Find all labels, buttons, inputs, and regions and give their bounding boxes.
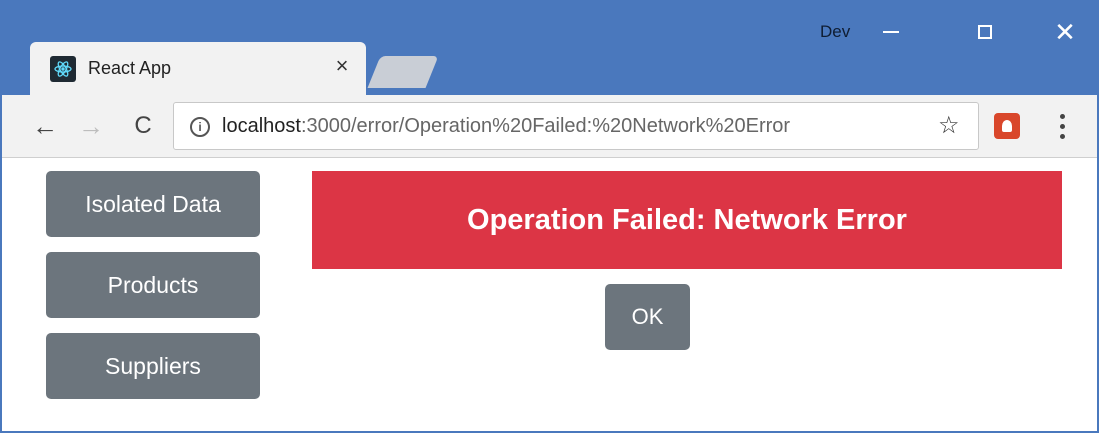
browser-toolbar: ← → C i localhost:3000/error/Operation%2… [2,95,1097,158]
minimize-icon [883,31,899,33]
error-alert: Operation Failed: Network Error [312,171,1062,269]
page-content: Isolated Data Products Suppliers Operati… [2,158,1097,431]
extension-icon[interactable] [994,113,1020,139]
isolated-data-button[interactable]: Isolated Data [46,171,260,237]
suppliers-button[interactable]: Suppliers [46,333,260,399]
new-tab-button[interactable] [367,56,439,88]
url-text[interactable]: localhost:3000/error/Operation%20Failed:… [222,115,790,138]
browser-tab[interactable]: React App × [30,42,366,95]
info-icon[interactable]: i [190,117,210,137]
url-host: localhost [222,115,301,137]
tab-title: React App [88,58,172,78]
close-window-button[interactable]: ✕ [1042,12,1088,52]
maximize-icon [978,25,992,39]
url-path: :3000/error/Operation%20Failed:%20Networ… [300,115,791,137]
ok-button[interactable]: OK [605,284,690,350]
title-bar: React App × Dev ✕ [2,0,1097,95]
minimize-button[interactable] [868,12,914,52]
address-bar[interactable]: i localhost:3000/error/Operation%20Faile… [173,102,979,150]
window-user-label[interactable]: Dev [820,22,850,42]
bookmark-star-icon[interactable]: ☆ [938,113,960,139]
maximize-button[interactable] [962,12,1008,52]
menu-icon[interactable] [1052,111,1072,141]
forward-arrow-icon[interactable]: → [76,111,106,141]
reload-icon[interactable]: C [128,111,158,141]
products-button[interactable]: Products [46,252,260,318]
tab-close-icon[interactable]: × [330,54,354,78]
react-icon [50,56,76,82]
close-icon: ✕ [1054,17,1076,47]
back-arrow-icon[interactable]: ← [30,111,60,141]
browser-window: React App × Dev ✕ ← → C i localhost:3000… [0,0,1099,433]
